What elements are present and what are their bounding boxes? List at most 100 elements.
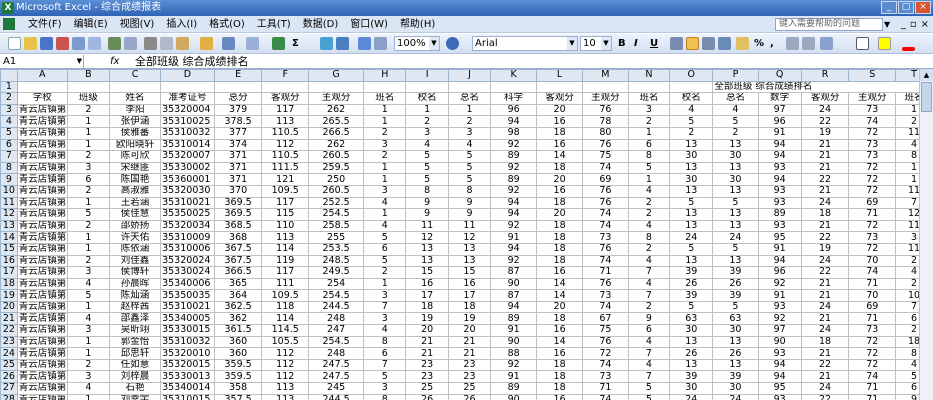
cell[interactable]: 19 <box>800 126 850 140</box>
cell[interactable]: 21 <box>405 335 449 349</box>
row-header[interactable]: 14 <box>0 231 18 244</box>
cell[interactable]: 371 <box>213 150 263 163</box>
cell[interactable]: 5 <box>363 231 407 244</box>
cell[interactable]: 244.5 <box>308 393 365 400</box>
column-header[interactable]: S <box>848 69 897 82</box>
cell[interactable]: 18 <box>536 161 583 175</box>
cell[interactable]: 孙晨晖 <box>108 277 162 291</box>
cell[interactable]: 266.5 <box>308 126 365 140</box>
row-header[interactable]: 13 <box>0 219 18 233</box>
cell[interactable]: 邱思轩 <box>108 347 162 360</box>
cell[interactable]: 刘佳鑫 <box>108 254 162 268</box>
cell[interactable] <box>213 80 263 94</box>
cell[interactable]: 35350025 <box>160 208 215 221</box>
cell[interactable]: 98 <box>490 126 538 140</box>
cell[interactable]: 72 <box>848 173 897 186</box>
print-preview-icon[interactable] <box>88 37 101 50</box>
cell[interactable] <box>66 80 111 94</box>
cell[interactable]: 72 <box>848 335 897 349</box>
cell[interactable]: 67 <box>581 312 629 326</box>
cell[interactable]: 76 <box>581 242 629 256</box>
cell[interactable]: 青云店镇第 <box>16 277 68 291</box>
cell[interactable] <box>447 80 492 94</box>
cell[interactable]: 370 <box>213 184 263 198</box>
cell[interactable]: 13 <box>447 254 492 268</box>
row-header[interactable]: 6 <box>0 138 18 152</box>
cell[interactable]: 74 <box>848 370 897 384</box>
cell[interactable]: 5 <box>66 289 111 302</box>
cell[interactable]: 359.5 <box>213 358 263 372</box>
cell[interactable]: 13 <box>712 138 759 152</box>
cell[interactable]: 26 <box>669 277 714 291</box>
cell[interactable]: 254.5 <box>308 208 365 221</box>
cell[interactable]: 23 <box>447 358 492 372</box>
cell[interactable]: 2 <box>66 150 111 163</box>
cell[interactable]: 74 <box>581 358 629 372</box>
row-header[interactable]: 23 <box>0 335 18 349</box>
cell[interactable]: 110.5 <box>261 126 310 140</box>
cell[interactable]: 94 <box>757 370 802 384</box>
cell[interactable]: 70 <box>848 254 897 268</box>
cell[interactable]: 青云店镇第 <box>16 254 68 268</box>
row-header[interactable]: 4 <box>0 115 18 128</box>
column-header[interactable]: R <box>800 69 850 82</box>
cell[interactable]: 262 <box>308 138 365 152</box>
cell[interactable]: 1 <box>363 277 407 291</box>
cell[interactable]: 95 <box>757 382 802 395</box>
row-header[interactable]: 20 <box>0 300 18 314</box>
cell[interactable]: 6 <box>66 173 111 186</box>
cell[interactable]: 青云店镇第 <box>16 115 68 128</box>
cell[interactable]: 35310032 <box>160 335 215 349</box>
cell[interactable]: 71 <box>581 266 629 279</box>
cell[interactable]: 74 <box>581 219 629 233</box>
cell[interactable]: 6 <box>363 242 407 256</box>
help-search-input[interactable]: 键入需要帮助的问题 <box>775 18 883 31</box>
header-cell[interactable]: 校名 <box>405 92 449 105</box>
cell[interactable]: 359.5 <box>213 370 263 384</box>
cell[interactable] <box>581 80 629 94</box>
cell[interactable]: 青云店镇第 <box>16 393 68 400</box>
cell[interactable]: 16 <box>536 347 583 360</box>
cell[interactable]: 361.5 <box>213 324 263 337</box>
cell[interactable]: 12 <box>405 231 449 244</box>
cell[interactable]: 4 <box>363 324 407 337</box>
row-header[interactable]: 5 <box>0 126 18 140</box>
cell[interactable] <box>261 80 310 94</box>
cell[interactable]: 18 <box>536 242 583 256</box>
cell[interactable]: 5 <box>363 370 407 384</box>
cell[interactable]: 76 <box>581 138 629 152</box>
cell[interactable]: 245 <box>308 382 365 395</box>
cell[interactable]: 青云店镇第 <box>16 324 68 337</box>
cell[interactable]: 16 <box>536 393 583 400</box>
cell[interactable] <box>669 80 714 94</box>
save-icon[interactable] <box>40 37 53 50</box>
cell[interactable]: 1 <box>66 126 111 140</box>
cell[interactable]: 5 <box>447 173 492 186</box>
cell[interactable]: 青云店镇第 <box>16 219 68 233</box>
cell[interactable]: 30 <box>712 382 759 395</box>
cell[interactable]: 369.5 <box>213 196 263 210</box>
cell[interactable]: 13 <box>712 184 759 198</box>
cell[interactable]: 1 <box>66 138 111 152</box>
cell[interactable]: 35360001 <box>160 173 215 186</box>
menu-item[interactable]: 文件(F) <box>22 16 68 33</box>
cell[interactable]: 69 <box>848 196 897 210</box>
cell[interactable]: 93 <box>757 300 802 314</box>
cell[interactable]: 254 <box>308 277 365 291</box>
cell[interactable]: 74 <box>581 161 629 175</box>
cell[interactable]: 255 <box>308 231 365 244</box>
cell[interactable]: 欧阳晓轩 <box>108 138 162 152</box>
cell[interactable]: 76 <box>581 184 629 198</box>
cell[interactable]: 91 <box>757 242 802 256</box>
scroll-thumb[interactable] <box>921 82 932 112</box>
cell[interactable]: 112 <box>261 138 310 152</box>
cell[interactable]: 114 <box>261 312 310 326</box>
cell[interactable]: 109.5 <box>261 184 310 198</box>
cell[interactable]: 22 <box>800 358 850 372</box>
cell[interactable]: 5 <box>669 196 714 210</box>
sheet-title-cell[interactable]: 全部班级 综合成绩排名 <box>712 80 933 94</box>
cell[interactable]: 63 <box>712 312 759 326</box>
cell[interactable] <box>108 80 162 94</box>
cell[interactable]: 1 <box>363 173 407 186</box>
cell[interactable]: 2 <box>712 126 759 140</box>
